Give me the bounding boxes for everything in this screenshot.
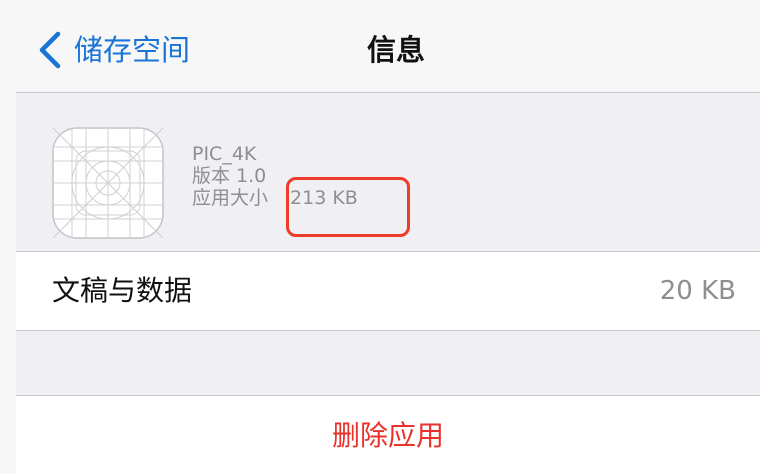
documents-data-label: 文稿与数据 xyxy=(52,274,193,307)
app-placeholder-icon xyxy=(52,127,164,239)
documents-data-row: 文稿与数据 20 KB xyxy=(16,252,760,331)
back-button[interactable]: 储存空间 xyxy=(36,30,190,70)
app-size-label: 应用大小 xyxy=(192,187,269,209)
chevron-left-icon xyxy=(39,31,61,69)
navigation-bar: 储存空间 信息 xyxy=(16,0,760,93)
documents-data-value: 20 KB xyxy=(659,276,736,306)
size-highlight-box xyxy=(286,177,410,237)
delete-app-label: 删除应用 xyxy=(331,419,444,452)
page-title: 信息 xyxy=(366,33,425,67)
left-edge-strip xyxy=(0,0,16,474)
section-gap xyxy=(16,331,760,396)
app-name: PIC_4K xyxy=(192,143,257,165)
delete-app-button[interactable]: 删除应用 xyxy=(16,396,760,474)
back-button-label: 储存空间 xyxy=(74,33,191,67)
